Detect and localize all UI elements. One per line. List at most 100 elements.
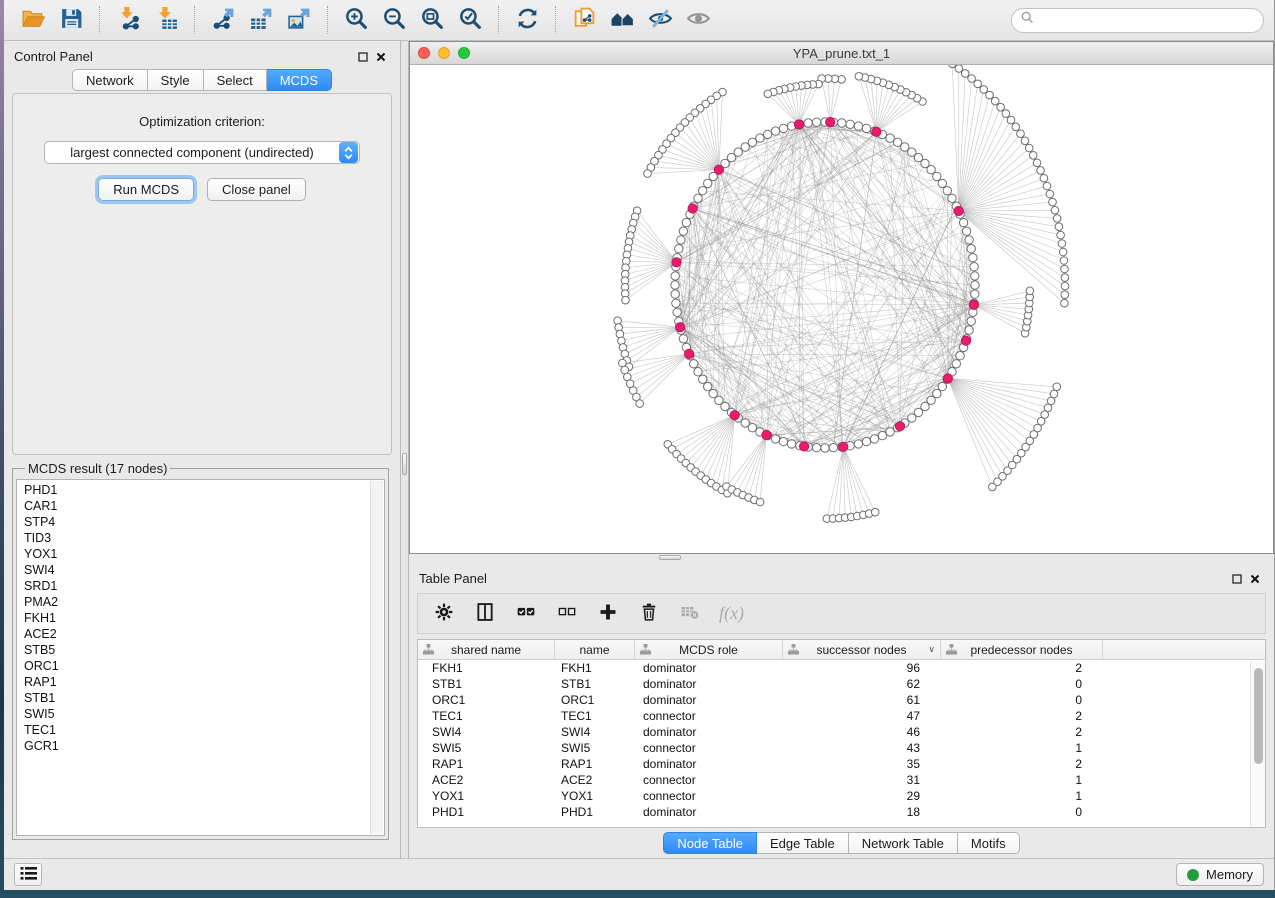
network-node[interactable]	[1007, 116, 1015, 124]
network-node[interactable]	[1057, 231, 1065, 239]
mcds-dominator-node[interactable]	[676, 323, 685, 332]
mcds-dominator-node[interactable]	[800, 442, 809, 451]
network-node[interactable]	[787, 440, 795, 448]
network-node[interactable]	[699, 375, 707, 383]
run-mcds-button[interactable]: Run MCDS	[98, 178, 194, 201]
mcds-result-list[interactable]: PHD1CAR1STP4TID3YOX1SWI4SRD1PMA2FKH1ACE2…	[16, 479, 385, 836]
network-node[interactable]	[1021, 137, 1029, 145]
network-node[interactable]	[763, 130, 771, 138]
splitter-grip[interactable]	[659, 555, 681, 560]
mcds-dominator-node[interactable]	[839, 442, 848, 451]
network-node[interactable]	[986, 91, 994, 99]
mcds-dominator-node[interactable]	[895, 422, 904, 431]
network-node[interactable]	[1002, 110, 1010, 118]
select-all-button[interactable]	[514, 602, 538, 626]
network-node[interactable]	[961, 70, 969, 78]
network-node[interactable]	[970, 263, 978, 271]
network-node[interactable]	[971, 281, 979, 289]
network-node[interactable]	[862, 124, 870, 132]
mcds-dominator-node[interactable]	[714, 165, 723, 174]
mcds-result-item[interactable]: CAR1	[24, 498, 384, 514]
network-node[interactable]	[672, 299, 680, 307]
mcds-result-item[interactable]: STB1	[24, 690, 384, 706]
table-tab-motifs[interactable]: Motifs	[958, 832, 1020, 854]
network-node[interactable]	[1061, 282, 1069, 290]
network-node[interactable]	[855, 73, 863, 81]
import-table-button[interactable]	[147, 3, 185, 37]
network-node[interactable]	[1017, 130, 1025, 138]
network-node[interactable]	[644, 170, 652, 178]
network-node[interactable]	[1060, 257, 1068, 265]
network-node[interactable]	[677, 236, 685, 244]
mcds-result-item[interactable]: SWI4	[24, 562, 384, 578]
zoom-out-button[interactable]	[375, 3, 413, 37]
network-node[interactable]	[1059, 248, 1067, 256]
mcds-result-item[interactable]: ACE2	[24, 626, 384, 642]
create-column-button[interactable]	[596, 602, 620, 626]
network-node[interactable]	[952, 360, 960, 368]
network-node[interactable]	[967, 317, 975, 325]
mcds-dominator-node[interactable]	[672, 258, 681, 267]
open-file-button[interactable]	[14, 3, 52, 37]
network-node[interactable]	[812, 118, 820, 126]
network-window-titlebar[interactable]: YPA_prune.txt_1	[410, 42, 1273, 65]
tab-network[interactable]: Network	[72, 69, 148, 91]
zoom-fit-button[interactable]	[413, 3, 451, 37]
column-header-successor-nodes[interactable]: successor nodes∨	[783, 640, 941, 659]
horizontal-splitter[interactable]	[409, 554, 1274, 562]
network-node[interactable]	[756, 498, 764, 506]
network-node[interactable]	[1047, 397, 1055, 405]
zoom-selected-button[interactable]	[451, 3, 489, 37]
network-node[interactable]	[943, 187, 951, 195]
table-tab-edge-table[interactable]: Edge Table	[757, 832, 849, 854]
network-node[interactable]	[1037, 167, 1045, 175]
network-node[interactable]	[1012, 123, 1020, 131]
network-node[interactable]	[779, 124, 787, 132]
network-node[interactable]	[704, 179, 712, 187]
network-node[interactable]	[675, 245, 683, 253]
mcds-result-item[interactable]: SRD1	[24, 578, 384, 594]
network-node[interactable]	[933, 389, 941, 397]
splitter-grip[interactable]	[402, 453, 407, 475]
task-history-button[interactable]	[14, 863, 42, 886]
export-network-button[interactable]	[204, 3, 242, 37]
unselect-all-button[interactable]	[555, 602, 579, 626]
network-node[interactable]	[690, 360, 698, 368]
network-node[interactable]	[965, 326, 973, 334]
table-tab-network-table[interactable]: Network Table	[849, 832, 958, 854]
close-table-panel-button[interactable]	[1246, 571, 1264, 587]
table-row[interactable]: ORC1ORC1dominator610	[418, 692, 1265, 708]
network-node[interactable]	[886, 428, 894, 436]
mcds-result-item[interactable]: RAP1	[24, 674, 384, 690]
network-node[interactable]	[671, 281, 679, 289]
mcds-result-item[interactable]: PHD1	[24, 482, 384, 498]
network-node[interactable]	[938, 382, 946, 390]
table-row[interactable]: ACE2ACE2connector311	[418, 772, 1265, 788]
mcds-result-item[interactable]: STP4	[24, 514, 384, 530]
table-scrollbar-thumb[interactable]	[1254, 668, 1263, 764]
network-node[interactable]	[974, 80, 982, 88]
tab-mcds[interactable]: MCDS	[267, 69, 332, 91]
network-node[interactable]	[694, 368, 702, 376]
network-node[interactable]	[967, 245, 975, 253]
import-network-button[interactable]	[109, 3, 147, 37]
table-row[interactable]: FKH1FKH1dominator962	[418, 660, 1265, 676]
network-node[interactable]	[679, 335, 687, 343]
mcds-result-item[interactable]: TEC1	[24, 722, 384, 738]
network-node[interactable]	[619, 359, 627, 367]
network-node[interactable]	[959, 218, 967, 226]
network-node[interactable]	[862, 437, 870, 445]
mcds-dominator-node[interactable]	[688, 204, 697, 213]
mcds-result-item[interactable]: STB5	[24, 642, 384, 658]
mcds-dominator-node[interactable]	[969, 300, 978, 309]
network-node[interactable]	[854, 440, 862, 448]
export-table-button[interactable]	[242, 3, 280, 37]
mcds-dominator-node[interactable]	[794, 120, 803, 129]
table-row[interactable]: SWI4SWI4dominator462	[418, 724, 1265, 740]
search-input[interactable]	[1040, 13, 1254, 28]
mcds-result-item[interactable]: PMA2	[24, 594, 384, 610]
network-node[interactable]	[1053, 215, 1061, 223]
memory-button[interactable]: Memory	[1176, 863, 1264, 886]
network-node[interactable]	[804, 119, 812, 127]
network-node[interactable]	[764, 90, 772, 98]
